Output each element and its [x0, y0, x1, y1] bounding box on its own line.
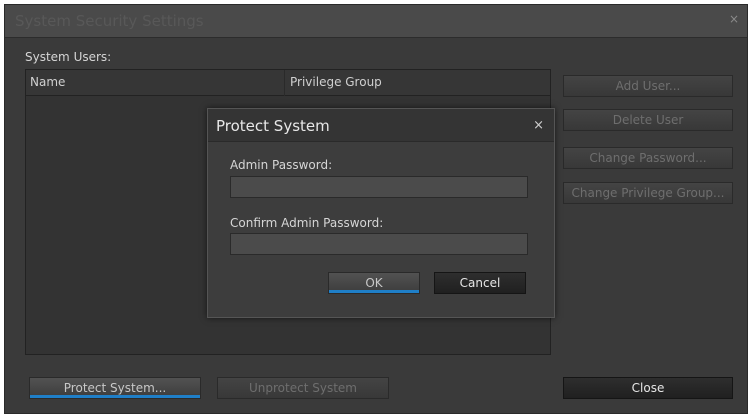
protect-system-dialog: Protect System × Admin Password: Confirm… [207, 108, 555, 318]
ok-button[interactable]: OK [328, 272, 420, 294]
dialog-close-icon[interactable]: × [533, 118, 544, 133]
admin-password-label: Admin Password: [230, 158, 333, 172]
unprotect-system-button[interactable]: Unprotect System [217, 377, 389, 399]
window-title: System Security Settings [15, 12, 204, 30]
column-separator[interactable] [284, 70, 285, 96]
protect-system-button[interactable]: Protect System... [29, 377, 201, 399]
system-users-label: System Users: [25, 50, 112, 64]
column-header-privilege-group[interactable]: Privilege Group [290, 75, 382, 89]
dialog-titlebar: Protect System × [208, 109, 554, 142]
column-header-name[interactable]: Name [30, 75, 65, 89]
delete-user-button[interactable]: Delete User [563, 109, 733, 131]
close-button[interactable]: Close [563, 377, 733, 399]
window-close-icon[interactable]: × [729, 12, 739, 26]
window-titlebar: System Security Settings × [5, 5, 747, 38]
cancel-button[interactable]: Cancel [434, 272, 526, 294]
change-privilege-group-button[interactable]: Change Privilege Group... [563, 182, 733, 204]
dialog-title: Protect System [216, 117, 330, 135]
admin-password-field[interactable] [230, 176, 528, 198]
add-user-button[interactable]: Add User... [563, 75, 733, 97]
change-password-button[interactable]: Change Password... [563, 147, 733, 169]
confirm-admin-password-label: Confirm Admin Password: [230, 216, 384, 230]
confirm-admin-password-field[interactable] [230, 233, 528, 255]
users-list-header: Name Privilege Group [26, 70, 550, 96]
